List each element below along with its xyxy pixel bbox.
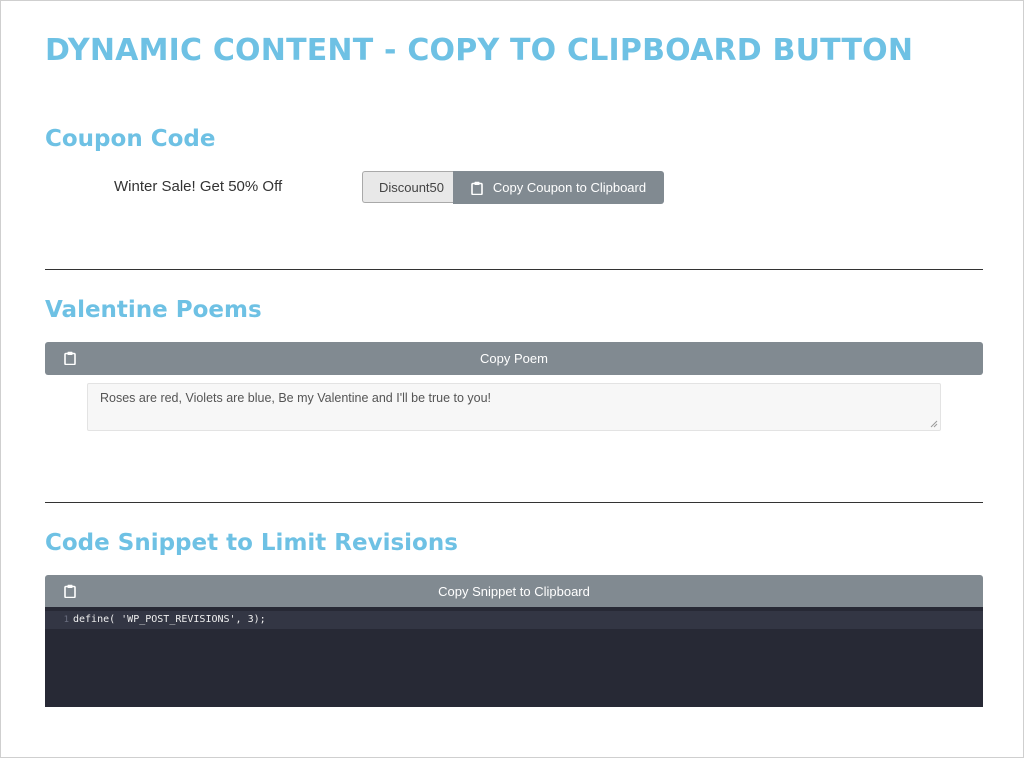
coupon-description: Winter Sale! Get 50% Off [114,178,283,195]
clipboard-icon [471,181,483,195]
code-line: 1 define( 'WP_POST_REVISIONS', 3); [45,611,983,629]
poems-heading: Valentine Poems [45,297,262,323]
poem-text: Roses are red, Violets are blue, Be my V… [100,391,492,405]
copy-coupon-button[interactable]: Copy Coupon to Clipboard [453,171,664,204]
section-divider [45,269,983,270]
coupon-heading: Coupon Code [45,126,216,152]
page-title: DYNAMIC CONTENT - COPY TO CLIPBOARD BUTT… [45,33,914,68]
code-editor[interactable]: 1 define( 'WP_POST_REVISIONS', 3); [45,607,983,707]
page-frame: DYNAMIC CONTENT - COPY TO CLIPBOARD BUTT… [0,0,1024,758]
copy-poem-button[interactable]: Copy Poem [45,342,983,375]
copy-coupon-label: Copy Coupon to Clipboard [492,180,647,195]
coupon-code-display: Discount50 [362,171,453,203]
section-divider [45,502,983,503]
copy-poem-label: Copy Poem [480,351,548,366]
copy-snippet-label: Copy Snippet to Clipboard [438,584,590,599]
copy-snippet-button[interactable]: Copy Snippet to Clipboard [45,575,983,608]
coupon-code-value: Discount50 [378,179,444,195]
resize-grip-icon[interactable] [930,420,938,428]
snippet-heading: Code Snippet to Limit Revisions [45,530,458,556]
poem-textarea[interactable]: Roses are red, Violets are blue, Be my V… [87,383,941,431]
line-number: 1 [63,615,69,625]
code-text: define( 'WP_POST_REVISIONS', 3); [73,614,266,625]
